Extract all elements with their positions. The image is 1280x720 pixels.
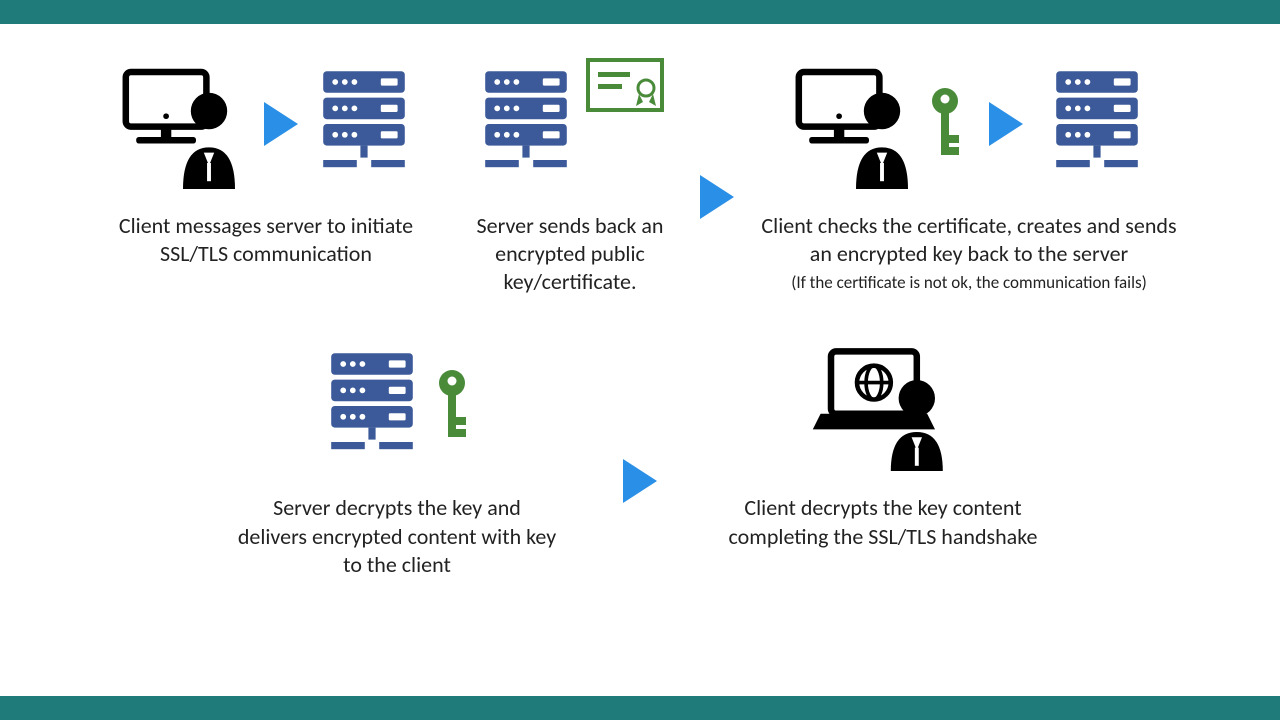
step-5: Client decrypts the key content completi… (723, 336, 1043, 550)
step-4: Server decrypts the key and delivers enc… (237, 336, 557, 578)
top-bar (0, 0, 1280, 24)
bottom-bar (0, 696, 1280, 720)
server-icon (1047, 64, 1147, 184)
key-icon (432, 367, 472, 445)
server-icon (476, 64, 576, 184)
client-user-icon (791, 59, 921, 189)
step-3-caption: Client checks the certificate, creates a… (759, 212, 1179, 268)
arrow-icon (700, 175, 734, 219)
step-2: Server sends back an encrypted public ke… (450, 54, 690, 296)
step-3: Client checks the certificate, creates a… (744, 54, 1194, 293)
key-icon (925, 85, 965, 163)
client-user-icon (118, 59, 248, 189)
diagram-stage: Client messages server to initiate SSL/T… (0, 24, 1280, 696)
step-1-caption: Client messages server to initiate SSL/T… (86, 212, 446, 268)
row-2: Server decrypts the key and delivers enc… (30, 336, 1250, 578)
step-2-caption: Server sends back an encrypted public ke… (450, 212, 690, 296)
arrow-icon (264, 102, 298, 146)
step-5-caption: Client decrypts the key content completi… (723, 494, 1043, 550)
server-icon (322, 346, 422, 466)
step-4-caption: Server decrypts the key and delivers enc… (237, 494, 557, 578)
arrow-icon (989, 102, 1023, 146)
step-1: Client messages server to initiate SSL/T… (86, 54, 446, 268)
step-3-subcaption: (If the certificate is not ok, the commu… (791, 272, 1147, 293)
row-1: Client messages server to initiate SSL/T… (30, 54, 1250, 296)
client-laptop-globe-icon (803, 341, 963, 471)
arrow-icon (623, 459, 657, 503)
server-icon (314, 64, 414, 184)
certificate-icon (586, 58, 664, 116)
